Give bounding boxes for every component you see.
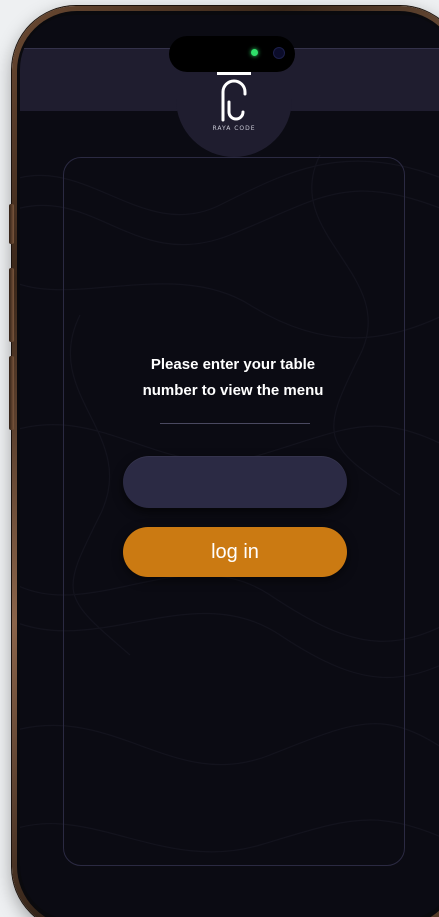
login-button[interactable]: log in [123, 527, 347, 577]
table-number-input[interactable] [123, 456, 347, 508]
prompt-line-1: Please enter your table [150, 356, 316, 373]
volume-down-button [9, 356, 14, 430]
prompt-line-2: number to view the menu [142, 382, 324, 399]
action-button [9, 204, 14, 244]
logo-brand-text: RAYA CODE [212, 125, 256, 132]
table-number-prompt: Please enter your table number to view t… [103, 352, 363, 404]
volume-up-button [9, 268, 14, 342]
phone-screen: RAYA CODE Please enter your table number… [20, 15, 439, 917]
prompt-divider [160, 423, 310, 424]
app-screenshot: RAYA CODE Please enter your table number… [0, 0, 439, 917]
front-camera-icon [273, 47, 285, 59]
camera-indicator-icon [251, 49, 258, 56]
content-frame [63, 157, 405, 866]
raya-code-logo-icon [217, 72, 251, 122]
